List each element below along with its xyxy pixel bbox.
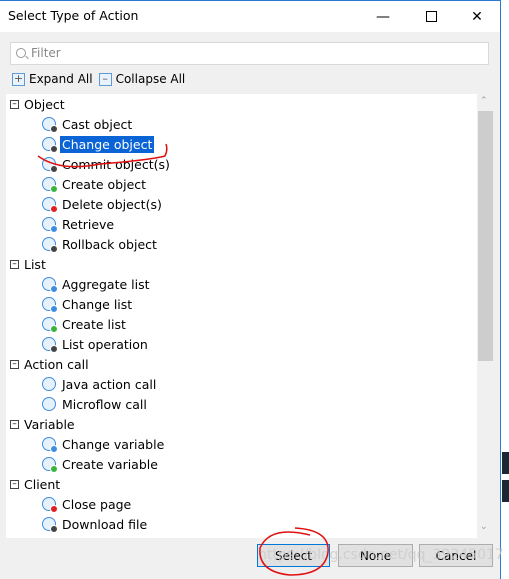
- action-icon: [42, 297, 58, 313]
- tree-item-label: Microflow call: [62, 396, 147, 412]
- tree-item-label: Change object: [60, 135, 155, 153]
- minimize-icon: —: [376, 8, 390, 25]
- minimize-button[interactable]: —: [360, 1, 406, 32]
- tree-item-label: Retrieve: [62, 216, 115, 232]
- scrollbar-thumb[interactable]: [478, 111, 493, 361]
- plus-icon: +: [12, 71, 25, 86]
- action-icon: [42, 277, 58, 293]
- tree-item[interactable]: Rollback object: [42, 234, 159, 254]
- tree-item[interactable]: Close page: [42, 494, 133, 514]
- tree-item[interactable]: Microflow call: [42, 394, 149, 414]
- group-label: Object: [24, 96, 65, 112]
- cancel-button[interactable]: Cancel: [419, 544, 493, 567]
- background-edge: [501, 0, 509, 579]
- select-button[interactable]: Select: [257, 544, 330, 567]
- group-label: Variable: [24, 416, 75, 432]
- action-icon: [42, 157, 58, 173]
- tree-item[interactable]: Change object: [42, 134, 155, 154]
- collapse-toggle-icon[interactable]: –: [10, 99, 19, 109]
- tree-item[interactable]: Cast object: [42, 114, 134, 134]
- search-icon: [16, 48, 26, 58]
- tree-item[interactable]: Commit object(s): [42, 154, 172, 174]
- filter-input[interactable]: [31, 46, 471, 60]
- none-button[interactable]: None: [338, 544, 413, 567]
- tree-item-label: Rollback object: [62, 236, 157, 252]
- tree-item-label: Java action call: [62, 376, 157, 392]
- tree-item[interactable]: List operation: [42, 334, 150, 354]
- tree-item[interactable]: Aggregate list: [42, 274, 152, 294]
- action-icon: [42, 117, 58, 133]
- tree-item[interactable]: Create list: [42, 314, 128, 334]
- action-icon: [42, 517, 58, 533]
- collapse-toggle-icon[interactable]: –: [10, 479, 19, 489]
- tree-item-label: Create list: [62, 316, 126, 332]
- tree-item[interactable]: Java action call: [42, 374, 158, 394]
- tree-group-client[interactable]: – Client: [10, 474, 60, 494]
- tree-group-action-call[interactable]: – Action call: [10, 354, 89, 374]
- action-icon: [42, 397, 56, 411]
- tree-group-variable[interactable]: – Variable: [10, 414, 75, 434]
- window-title: Select Type of Action: [8, 8, 139, 23]
- tree-item[interactable]: Create object: [42, 174, 148, 194]
- action-icon: [42, 337, 58, 353]
- tree-item-label: Aggregate list: [62, 276, 150, 292]
- tree-item-label: Change list: [62, 296, 133, 312]
- maximize-icon: [425, 11, 437, 22]
- tree-item-label: List operation: [62, 336, 148, 352]
- tree-item-label: Commit object(s): [62, 156, 170, 172]
- group-label: List: [24, 256, 46, 272]
- action-icon: [42, 177, 58, 193]
- tree-item-label: Cast object: [62, 116, 133, 132]
- close-icon: ✕: [471, 8, 483, 25]
- tree-item[interactable]: Retrieve: [42, 214, 116, 234]
- tree-item-label: Change variable: [62, 436, 165, 452]
- scroll-up-icon[interactable]: ⌃: [480, 96, 488, 106]
- action-icon: [42, 197, 58, 213]
- collapse-all-button[interactable]: – Collapse All: [98, 72, 186, 86]
- action-icon: [42, 217, 58, 233]
- collapse-all-label: Collapse All: [115, 72, 186, 86]
- tree-item[interactable]: Delete object(s): [42, 194, 164, 214]
- collapse-toggle-icon[interactable]: –: [10, 419, 19, 429]
- maximize-button[interactable]: [408, 1, 454, 32]
- title-bar: Select Type of Action — ✕: [0, 1, 500, 32]
- scrollbar[interactable]: ⌃ ⌄: [477, 94, 494, 538]
- tree-item[interactable]: Change list: [42, 294, 134, 314]
- tree-group-object[interactable]: – Object: [10, 94, 65, 114]
- tree-item-label: Close page: [62, 496, 132, 512]
- close-button[interactable]: ✕: [454, 1, 500, 32]
- action-icon: [42, 437, 58, 453]
- filter-field[interactable]: [10, 42, 489, 65]
- expand-all-button[interactable]: + Expand All: [12, 72, 93, 86]
- action-icon: [42, 137, 58, 153]
- tree-item-label: Delete object(s): [62, 196, 162, 212]
- tree-item-label: Download file: [62, 516, 148, 532]
- action-tree: ⌃ ⌄ – Object Cast object Change object Commi…: [6, 94, 494, 538]
- group-label: Client: [24, 476, 61, 492]
- group-label: Action call: [24, 356, 89, 372]
- tree-group-list[interactable]: – List: [10, 254, 46, 274]
- tree-item-label: Create object: [62, 176, 147, 192]
- dialog-window: Select Type of Action — ✕ +Expand All –C…: [0, 0, 501, 579]
- action-icon: [42, 317, 58, 333]
- minus-icon: –: [98, 72, 112, 86]
- collapse-toggle-icon[interactable]: –: [10, 359, 19, 369]
- action-icon: [42, 457, 58, 473]
- expand-all-label: Expand All: [29, 72, 93, 86]
- tree-item[interactable]: Change variable: [42, 434, 166, 454]
- action-icon: [42, 497, 58, 513]
- action-icon: [42, 377, 56, 391]
- tree-item[interactable]: Download file: [42, 514, 149, 534]
- scroll-down-icon[interactable]: ⌄: [480, 522, 488, 532]
- action-icon: [42, 237, 58, 253]
- tree-item[interactable]: Create variable: [42, 454, 160, 474]
- tree-item-label: Create variable: [62, 456, 158, 472]
- collapse-toggle-icon[interactable]: –: [10, 259, 19, 269]
